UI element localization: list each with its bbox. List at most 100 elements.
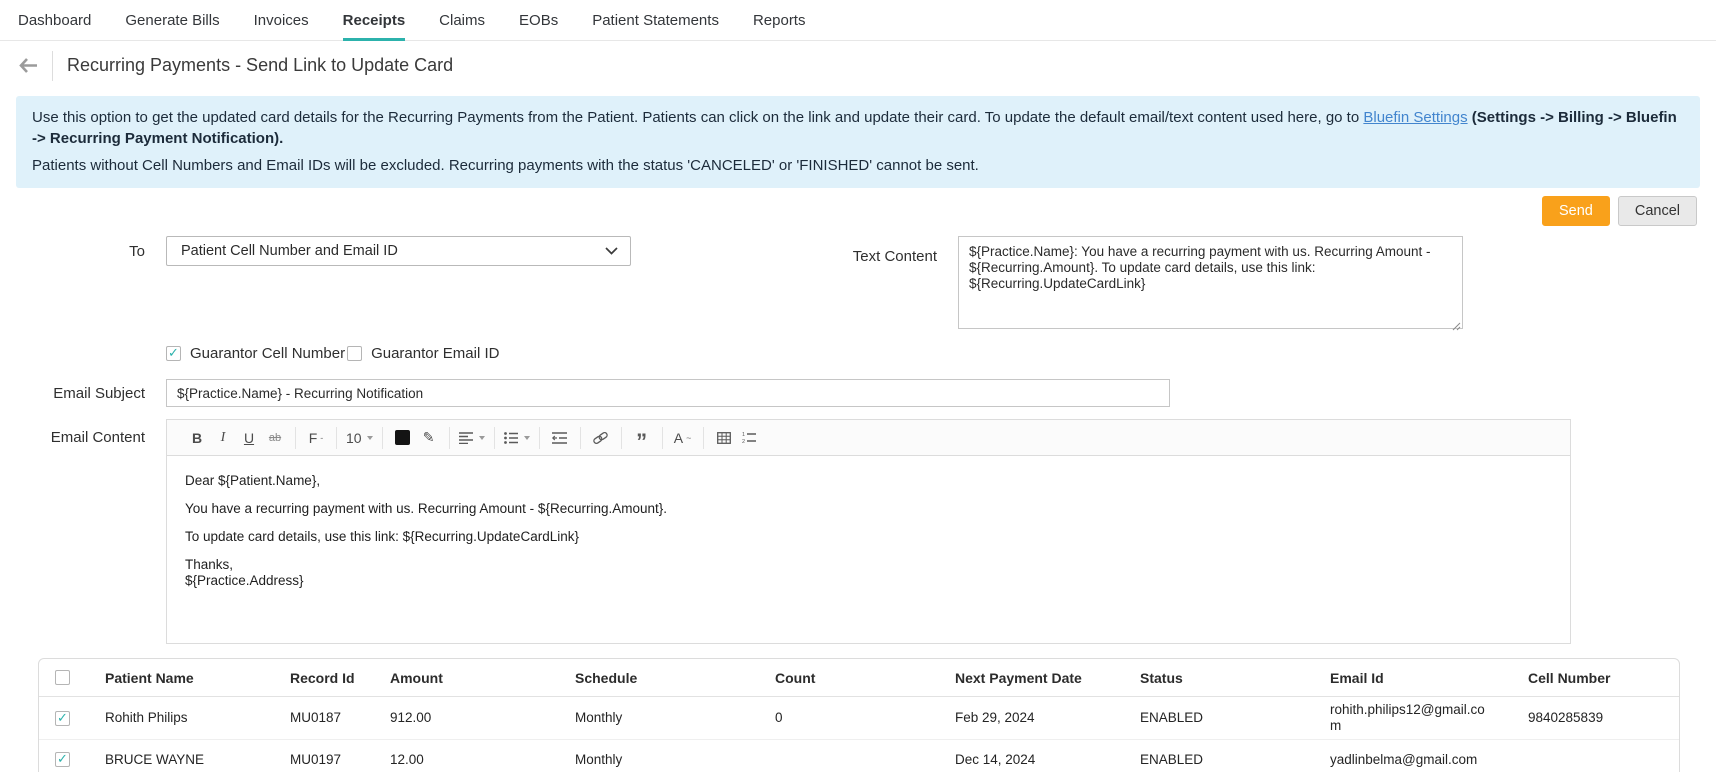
svg-text:1: 1 [742, 432, 745, 438]
select-all-checkbox[interactable] [55, 670, 70, 685]
italic-icon[interactable]: I [212, 426, 234, 450]
column-header-patient-name: Patient Name [105, 669, 194, 686]
font-family-icon[interactable]: F- [305, 426, 327, 450]
bluefin-settings-link[interactable]: Bluefin Settings [1363, 109, 1467, 126]
cell-next-payment-date: Dec 14, 2024 [955, 751, 1036, 767]
tab-reports[interactable]: Reports [753, 0, 806, 41]
underline-icon[interactable]: U [238, 426, 260, 450]
svg-text:2: 2 [742, 439, 745, 444]
cell-cell-number: 9840285839 [1528, 710, 1604, 725]
cell-schedule: Monthly [575, 710, 623, 725]
email-content-label: Email Content [50, 429, 145, 446]
table-icon[interactable] [713, 426, 735, 450]
title-row: Recurring Payments - Send Link to Update… [0, 41, 1716, 90]
to-select-value: Patient Cell Number and Email ID [181, 243, 398, 259]
back-button[interactable] [16, 53, 42, 79]
back-arrow-icon [19, 58, 37, 73]
column-header-next-payment-date: Next Payment Date [955, 669, 1082, 686]
banner-text: Use this option to get the updated card … [32, 109, 1364, 126]
table-header: Patient Name Record Id Amount Schedule Count… [39, 659, 1679, 697]
banner-line-1: Use this option to get the updated card … [32, 107, 1684, 149]
tab-receipts[interactable]: Receipts [342, 0, 406, 41]
highlight-pen-icon[interactable]: ✎ [418, 426, 440, 450]
to-select[interactable]: Patient Cell Number and Email ID [166, 236, 631, 266]
guarantor-email-checkbox[interactable] [347, 346, 363, 361]
row-checkbox[interactable] [55, 752, 70, 767]
link-icon[interactable] [590, 426, 612, 450]
email-editor-body[interactable]: Dear ${Patient.Name}, You have a recurrin… [166, 456, 1571, 644]
cell-patient-name: Rohith Philips [105, 710, 188, 725]
column-header-cell-number: Cell Number [1528, 669, 1611, 686]
bold-icon[interactable]: B [186, 426, 208, 450]
recurring-payments-table: Patient Name Record Id Amount Schedule Count… [38, 658, 1680, 772]
to-label: To [129, 243, 145, 260]
tab-claims[interactable]: Claims [439, 0, 485, 41]
strikethrough-icon[interactable]: ab [264, 426, 286, 450]
bullet-list-icon[interactable] [503, 426, 530, 450]
cell-patient-name: BRUCE WAYNE [105, 751, 205, 767]
ordered-list-icon[interactable]: 12 [739, 426, 761, 450]
editor-paragraph: You have a recurring payment with us. Re… [185, 501, 668, 516]
table-body: Rohith Philips MU0187 912.00 Monthly 0 Feb 29… [39, 697, 1679, 772]
guarantor-cell-checkbox[interactable] [166, 346, 181, 361]
table-row: Rohith Philips MU0187 912.00 Monthly 0 Feb 29… [39, 697, 1679, 740]
send-button[interactable]: Send [1541, 196, 1610, 226]
editor-paragraph: To update card details, use this link: $… [185, 529, 579, 544]
editor-toolbar: B I U ab F- 10 ✎ ” A ~ 1 2 [166, 419, 1571, 456]
text-content-input[interactable]: ${Practice.Name}: You have a recurring p… [958, 236, 1463, 329]
chevron-down-icon [605, 247, 618, 255]
blockquote-icon[interactable]: ” [631, 430, 653, 454]
cell-count [759, 755, 939, 765]
caret-icon [478, 435, 485, 440]
align-icon[interactable] [458, 426, 485, 450]
tab-generate-bills[interactable]: Generate Bills [125, 0, 219, 41]
font-size-value: 10 [346, 429, 362, 446]
cell-next-payment-date: Feb 29, 2024 [955, 710, 1035, 725]
editor-paragraph: Thanks, ${Practice.Address} [185, 557, 304, 588]
email-editor: B I U ab F- 10 ✎ ” A ~ 1 2 Dear ${Patien… [166, 419, 1571, 644]
send-link-form: To Patient Cell Number and Email ID Text… [0, 236, 1716, 644]
cell-email-id: yadlinbelma@gmail.com [1330, 751, 1478, 767]
cell-email-id: rohith.philips12@gmail.com [1330, 702, 1485, 733]
column-header-schedule: Schedule [575, 669, 638, 686]
column-header-email-id: Email Id [1330, 669, 1384, 686]
caret-icon [366, 435, 373, 440]
column-header-status: Status [1140, 669, 1183, 686]
guarantor-cell-label: Guarantor Cell Number [190, 345, 346, 362]
cell-status: ENABLED [1140, 751, 1204, 767]
clear-format-icon[interactable]: A ~ [672, 426, 694, 450]
cell-amount: 912.00 [390, 710, 432, 725]
column-header-amount: Amount [390, 669, 443, 686]
cancel-button[interactable]: Cancel [1617, 196, 1697, 226]
tab-dashboard[interactable]: Dashboard [18, 0, 91, 41]
cell-amount: 12.00 [390, 751, 424, 767]
cell-record-id: MU0197 [290, 751, 342, 767]
caret-icon [523, 435, 530, 440]
page-title: Recurring Payments - Send Link to Update… [67, 55, 454, 75]
text-content-label: Text Content [852, 248, 937, 265]
cell-schedule: Monthly [575, 751, 623, 767]
action-buttons: Send Cancel [0, 196, 1697, 226]
email-subject-label: Email Subject [53, 384, 145, 402]
font-size-select[interactable]: 10 [346, 426, 373, 450]
guarantor-email-label: Guarantor Email ID [371, 345, 500, 362]
column-header-count: Count [775, 669, 816, 686]
column-header-record-id: Record Id [290, 669, 355, 686]
editor-paragraph: Dear ${Patient.Name}, [185, 473, 321, 488]
outdent-icon[interactable] [549, 426, 571, 450]
cell-cell-number [1512, 755, 1679, 765]
top-nav: Dashboard Generate Bills Invoices Receipts C… [0, 0, 1716, 41]
email-subject-input[interactable] [166, 379, 1170, 407]
row-checkbox[interactable] [55, 710, 70, 726]
info-banner: Use this option to get the updated card … [16, 96, 1700, 188]
tab-patient-statements[interactable]: Patient Statements [592, 0, 719, 41]
tab-eobs[interactable]: EOBs [519, 0, 558, 41]
cell-count: 0 [775, 710, 783, 725]
divider [52, 50, 53, 81]
tab-invoices[interactable]: Invoices [254, 0, 309, 41]
text-color-icon[interactable] [392, 426, 414, 450]
cell-record-id: MU0187 [290, 710, 342, 725]
banner-line-2: Patients without Cell Numbers and Email … [32, 157, 979, 174]
cell-status: ENABLED [1140, 710, 1204, 725]
table-row: BRUCE WAYNE MU0197 12.00 Monthly Dec 14, 202… [39, 740, 1679, 772]
